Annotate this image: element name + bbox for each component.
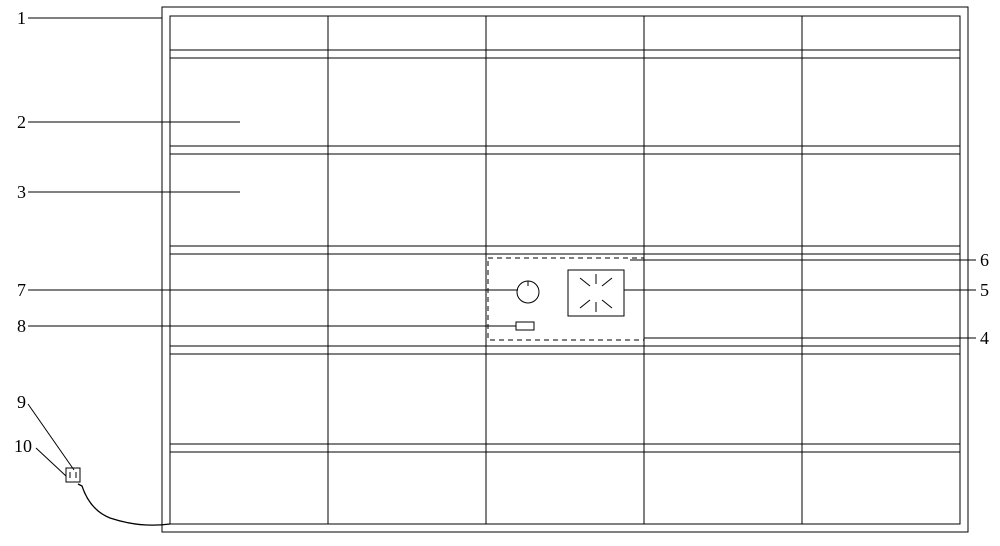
callout-1: 1 [2,8,26,29]
callout-8: 8 [2,316,26,337]
callout-7: 7 [2,280,26,301]
leader-9 [28,404,74,470]
row-lines [170,50,960,452]
plug-icon [66,468,80,482]
callout-3: 3 [2,182,26,203]
power-cord [78,484,170,525]
callout-6: 6 [980,250,1000,271]
callout-4: 4 [980,328,1000,349]
callout-10: 10 [2,436,32,457]
inner-frame [170,16,960,524]
small-switch [516,322,534,330]
callout-2: 2 [2,112,26,133]
technical-drawing [0,0,1000,546]
callout-5: 5 [980,280,1000,301]
callout-9: 9 [2,392,26,413]
outer-frame [162,7,968,532]
